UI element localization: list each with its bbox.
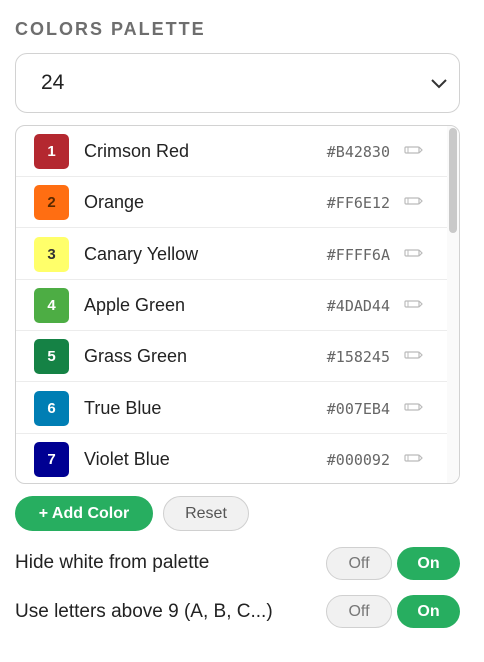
- color-hex: #007EB4: [326, 399, 390, 418]
- pencil-icon[interactable]: [403, 348, 423, 362]
- color-row[interactable]: 1 Crimson Red #B42830: [16, 126, 450, 177]
- hide-white-off-button[interactable]: Off: [326, 547, 392, 580]
- pencil-icon[interactable]: [403, 297, 423, 311]
- color-row[interactable]: 7 Violet Blue #000092: [16, 434, 450, 483]
- color-swatch[interactable]: 3: [34, 236, 69, 272]
- pencil-icon[interactable]: [403, 143, 423, 157]
- palette-size-value: 24: [41, 71, 65, 94]
- chevron-down-icon: [431, 79, 447, 89]
- color-name: Grass Green: [84, 346, 188, 367]
- color-row[interactable]: 3 Canary Yellow #FFFF6A: [16, 229, 450, 280]
- color-row[interactable]: 4 Apple Green #4DAD44: [16, 280, 450, 331]
- color-name: Crimson Red: [84, 141, 190, 161]
- letters-on-button[interactable]: On: [397, 595, 460, 628]
- color-hex: #000092: [326, 450, 390, 469]
- letters-off-button[interactable]: Off: [326, 595, 392, 628]
- color-row[interactable]: 5 Grass Green #158245: [16, 331, 450, 383]
- color-hex: #FFFF6A: [326, 245, 390, 264]
- color-hex: #158245: [326, 348, 390, 367]
- color-name: Orange: [84, 192, 145, 213]
- pencil-icon[interactable]: [403, 246, 423, 260]
- color-swatch[interactable]: 2: [34, 185, 69, 221]
- color-row[interactable]: 6 True Blue #007EB4: [16, 383, 450, 434]
- color-name: Violet Blue: [84, 448, 170, 469]
- letters-toggle[interactable]: Off On: [326, 595, 460, 628]
- color-swatch[interactable]: 1: [34, 134, 69, 169]
- color-name: Apple Green: [84, 294, 186, 315]
- color-swatch[interactable]: 5: [34, 339, 69, 375]
- color-list[interactable]: 1 Crimson Red #B42830 2 Orange #FF6E12 3 Canary…: [15, 125, 460, 484]
- hide-white-toggle[interactable]: Off On: [326, 547, 460, 580]
- section-title: COLORS PALETTE: [15, 19, 206, 39]
- color-hex: #FF6E12: [326, 194, 390, 213]
- color-swatch[interactable]: 7: [34, 441, 69, 477]
- color-swatch[interactable]: 6: [34, 390, 69, 426]
- color-row[interactable]: 2 Orange #FF6E12: [16, 177, 450, 229]
- scrollbar-thumb[interactable]: [449, 128, 457, 233]
- scrollbar-track[interactable]: [447, 126, 459, 483]
- pencil-icon[interactable]: [403, 400, 423, 414]
- add-color-button[interactable]: + Add Color: [15, 496, 153, 531]
- color-hex: #4DAD44: [326, 296, 390, 315]
- hide-white-on-button[interactable]: On: [397, 547, 460, 580]
- color-swatch[interactable]: 4: [34, 287, 69, 323]
- pencil-icon[interactable]: [403, 451, 423, 465]
- color-name: True Blue: [84, 397, 162, 418]
- option-hide-white-label: Hide white from palette: [15, 552, 210, 573]
- option-letters-label: Use letters above 9 (A, B, C...): [15, 601, 273, 622]
- reset-button[interactable]: Reset: [163, 496, 249, 531]
- color-hex: #B42830: [326, 143, 390, 161]
- pencil-icon[interactable]: [403, 194, 423, 208]
- palette-size-select[interactable]: 24: [15, 53, 460, 113]
- color-name: Canary Yellow: [84, 243, 199, 264]
